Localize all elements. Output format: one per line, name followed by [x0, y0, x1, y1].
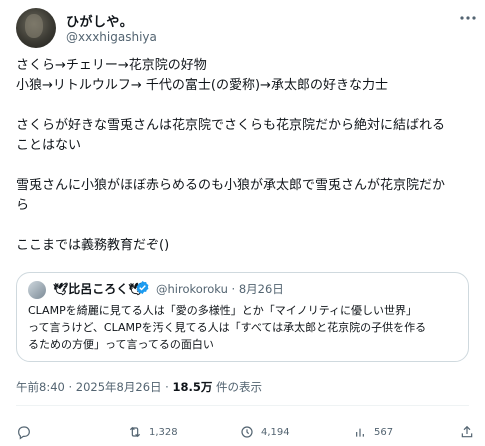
- bookmark-icon: [356, 428, 364, 437]
- reply-button[interactable]: [16, 423, 38, 441]
- quote-display-name[interactable]: 🕊比呂ころく🕊: [53, 280, 143, 297]
- like-button[interactable]: 4,194: [239, 423, 290, 441]
- share-button[interactable]: [459, 423, 481, 441]
- like-icon: [241, 426, 253, 438]
- quote-handle-date[interactable]: @hirokoroku · 8月26日: [156, 281, 284, 297]
- like-count: 4,194: [261, 426, 290, 438]
- retweet-count: 1,328: [149, 426, 178, 438]
- view-label: 件の表示: [212, 380, 263, 394]
- quote-avatar[interactable]: [28, 281, 46, 299]
- post-line: ら: [16, 198, 30, 213]
- divider: [16, 405, 469, 406]
- quote-line: って言うけど、CLAMPを汚く見てる人は「すべては承太郎と花京院の子供を作る: [28, 321, 427, 334]
- author-handle[interactable]: @xxxhigashiya: [66, 30, 157, 44]
- post-timestamp[interactable]: 午前8:40 · 2025年8月26日 ·: [16, 380, 172, 394]
- post-body: さくら→チェリー→花京院の好物 小狼→リトルウルフ→ 千代の富士(の愛称)→承太…: [16, 56, 474, 256]
- quote-body: CLAMPを綺麗に見てる人は「愛の多様性」とか「マイノリティに優しい世界」 って…: [28, 302, 458, 353]
- quote-line: るための方便」って言ってるの面白い: [28, 338, 214, 351]
- post-line: 雪兎さんに小狼がほぼ赤らめるのも小狼が承太郎で雪兎さんが花京院だか: [16, 178, 446, 193]
- post-line: さくら→チェリー→花京院の好物: [16, 58, 207, 73]
- post-blank-line: [16, 96, 474, 116]
- post-line: ここまでは義務教育だぞ(): [16, 238, 170, 253]
- reply-icon: [18, 426, 30, 440]
- verified-icon: [135, 280, 150, 295]
- bookmark-count: 567: [374, 426, 394, 438]
- post-blank-line: [16, 216, 474, 236]
- share-icon: [461, 425, 473, 438]
- author-display-name[interactable]: ひがしや。: [66, 11, 133, 30]
- bookmark-button[interactable]: 567: [352, 423, 393, 441]
- post-line: ことはない: [16, 138, 82, 153]
- post-line: 小狼→リトルウルフ→ 千代の富士(の愛称)→承太郎の好きな力士: [16, 78, 388, 93]
- post-blank-line: [16, 156, 474, 176]
- quote-line: CLAMPを綺麗に見てる人は「愛の多様性」とか「マイノリティに優しい世界」: [28, 304, 418, 317]
- more-icon[interactable]: [458, 12, 478, 24]
- avatar[interactable]: [16, 8, 56, 48]
- post-meta: 午前8:40 · 2025年8月26日 · 18.5万 件の表示: [16, 379, 262, 395]
- quoted-post[interactable]: 🕊比呂ころく🕊 @hirokoroku · 8月26日 CLAMPを綺麗に見てる…: [16, 272, 469, 362]
- retweet-button[interactable]: 1,328: [127, 423, 178, 441]
- view-count: 18.5万: [172, 380, 213, 394]
- retweet-icon: [129, 426, 141, 438]
- post-line: さくらが好きな雪兎さんは花京院でさくらも花京院だから絶対に結ばれる: [16, 118, 446, 133]
